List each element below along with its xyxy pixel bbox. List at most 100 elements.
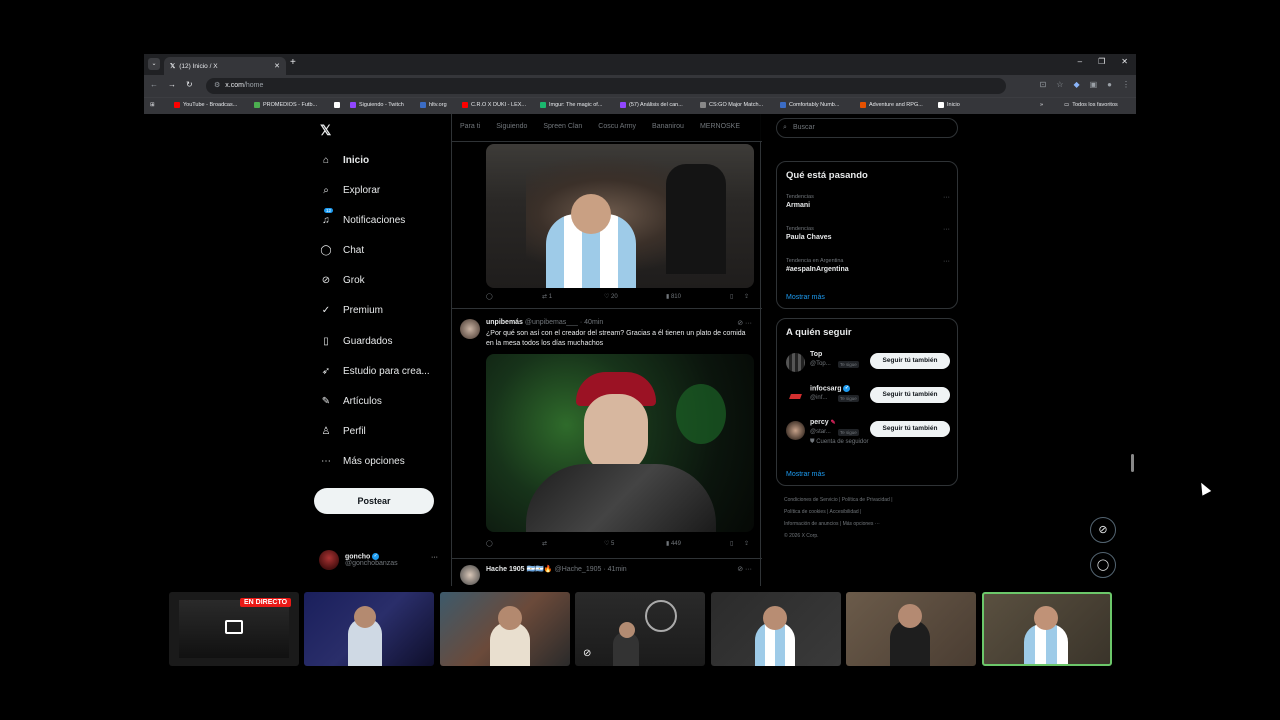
retweet-button[interactable]: ⇄ 1 [542, 293, 604, 300]
install-app-icon[interactable]: ⊡ [1040, 80, 1047, 89]
close-window-icon[interactable]: ✕ [1121, 57, 1128, 66]
stream-thumbnail[interactable] [846, 592, 976, 666]
nav-item-premium[interactable]: ✓ Premium [320, 304, 383, 316]
share-icon[interactable]: ⇪ [744, 293, 749, 300]
chat-fab-button[interactable]: ◯ [1090, 552, 1116, 578]
tab-spreen-clan[interactable]: Spreen Clan [535, 114, 590, 141]
more-dots-icon[interactable]: ⊘ ··· [737, 319, 752, 327]
all-bookmarks-folder[interactable]: ▭ Todos los favoritos [1064, 102, 1118, 108]
footer-link[interactable]: Accesibilidad [830, 509, 859, 515]
extension-icon[interactable]: ◆ [1073, 80, 1079, 89]
stream-thumbnail[interactable]: ⊘ [575, 592, 705, 666]
scrollbar-thumb[interactable] [1131, 454, 1134, 472]
more-dots-icon[interactable]: ⊘ ··· [737, 565, 752, 573]
bookmark-item[interactable]: Comfortably Numb... [780, 102, 839, 108]
tab-para-ti[interactable]: Para ti [452, 114, 488, 141]
stream-thumbnail-active[interactable] [982, 592, 1112, 666]
nav-item-estudio[interactable]: ➶ Estudio para crea... [320, 365, 430, 377]
bookmark-item[interactable]: hltv.org [420, 102, 447, 108]
like-button[interactable]: ♡ 5 [604, 540, 666, 547]
nav-item-perfil[interactable]: ♙ Perfil [320, 425, 366, 437]
x-logo-icon[interactable]: 𝕏 [320, 122, 331, 139]
bookmark-item[interactable] [334, 102, 343, 108]
nav-item-chat[interactable]: ◯ Chat [320, 244, 364, 256]
follow-suggestion[interactable]: infocsarg ✓ @inf... Te sigue Seguir tú t… [786, 385, 952, 409]
footer-link[interactable]: Condiciones de Servicio [784, 497, 838, 503]
post-button[interactable]: Postear [314, 488, 434, 514]
author-name[interactable]: unpibemás [486, 319, 523, 326]
nav-item-inicio[interactable]: ⌂ Inicio [320, 154, 369, 166]
nav-item-grok[interactable]: ⊘ Grok [320, 274, 365, 286]
browser-tab[interactable]: 𝕏 (12) Inicio / X ✕ [164, 57, 286, 75]
account-switcher[interactable]: goncho ✓ @gonchobanzas ··· [319, 550, 438, 570]
tweet-time[interactable]: · 41min [603, 566, 626, 573]
profile-icon[interactable]: ● [1107, 80, 1112, 89]
bookmark-icon[interactable]: ▯ [730, 540, 744, 547]
footer-link[interactable]: Información de anuncios [784, 521, 838, 527]
retweet-icon[interactable]: ⇄ [542, 540, 604, 547]
footer-link[interactable]: Política de Privacidad [842, 497, 890, 503]
views-button[interactable]: ▮ 810 [666, 293, 730, 300]
tweet[interactable]: Hache 1905 🇦🇷🇦🇷🔥 @Hache_1905 · 41min ⊘ ·… [452, 558, 762, 586]
follow-suggestion[interactable]: Top @Top... Te sigue Seguir tú también [786, 351, 952, 375]
new-tab-button[interactable]: + [290, 57, 296, 68]
tweet-time[interactable]: · 40min [580, 319, 603, 326]
like-button[interactable]: ♡ 20 [604, 293, 666, 300]
reply-icon[interactable]: ◯ [486, 293, 542, 300]
author-handle[interactable]: @unpibemas___ [525, 319, 578, 326]
bookmark-item[interactable]: (57) Análisis del can... [620, 102, 683, 108]
tab-search-button[interactable]: ⌄ [148, 58, 160, 70]
bookmark-item[interactable]: Imgur: The magic of... [540, 102, 602, 108]
nav-item-notificaciones[interactable]: ♫ 12 Notificaciones [320, 208, 405, 226]
author-handle[interactable]: @Hache_1905 [555, 566, 602, 573]
follow-back-button[interactable]: Seguir tú también [870, 353, 950, 369]
tab-siguiendo[interactable]: Siguiendo [488, 114, 535, 141]
trend-item[interactable]: Tendencias Paula Chaves ··· [786, 226, 956, 241]
follow-suggestion[interactable]: percy ✎ @star... Te sigue Seguir tú tamb… [786, 419, 952, 453]
address-bar[interactable]: ⚙ x.com/home [206, 78, 1006, 94]
grok-fab-button[interactable]: ⊘ [1090, 517, 1116, 543]
bookmark-item[interactable]: CS:GO Major Match... [700, 102, 763, 108]
bookmarks-overflow-icon[interactable]: » [1040, 102, 1043, 108]
apps-icon[interactable]: ⊞ [150, 102, 155, 108]
reload-icon[interactable]: ↻ [186, 80, 193, 89]
trend-item[interactable]: Tendencias Armani ··· [786, 194, 956, 209]
bookmark-item[interactable]: C.R.O X DUKI - LEX... [462, 102, 526, 108]
nav-item-mas-opciones[interactable]: ⋯ Más opciones [320, 455, 405, 467]
more-dots-icon[interactable]: ··· [943, 258, 950, 265]
close-tab-icon[interactable]: ✕ [274, 62, 280, 70]
stream-thumbnail[interactable] [440, 592, 570, 666]
puzzle-icon[interactable]: ▣ [1090, 80, 1098, 89]
follow-back-button[interactable]: Seguir tú también [870, 387, 950, 403]
bookmark-item[interactable]: YouTube - Broadcas... [174, 102, 237, 108]
bookmark-item[interactable]: Siguiendo - Twitch [350, 102, 404, 108]
tweet-media-image[interactable] [486, 354, 754, 532]
bookmark-item[interactable]: Adventure and RPG... [860, 102, 923, 108]
show-more-link[interactable]: Mostrar más [786, 294, 825, 301]
tab-coscu-army[interactable]: Coscu Army [590, 114, 644, 141]
tab-bananirou[interactable]: Bananirou [644, 114, 692, 141]
more-dots-icon[interactable]: ··· [943, 226, 950, 233]
tab-mernoske[interactable]: MERNOSKE [692, 114, 748, 141]
tweet-media-image[interactable] [486, 144, 754, 288]
site-info-icon[interactable]: ⚙ [214, 82, 220, 89]
menu-kebab-icon[interactable]: ⋮ [1122, 80, 1130, 89]
follow-back-button[interactable]: Seguir tú también [870, 421, 950, 437]
stream-thumbnail[interactable] [711, 592, 841, 666]
nav-item-guardados[interactable]: ▯ Guardados [320, 335, 392, 347]
stream-thumbnail[interactable] [304, 592, 434, 666]
restore-icon[interactable]: ❐ [1098, 57, 1105, 66]
share-icon[interactable]: ⇪ [744, 540, 749, 547]
bookmark-item[interactable]: Inicio [938, 102, 960, 108]
reply-icon[interactable]: ◯ [486, 540, 542, 547]
author-name[interactable]: Hache 1905 [486, 566, 525, 573]
more-dots-icon[interactable]: ··· [943, 194, 950, 201]
back-icon[interactable]: ← [150, 80, 158, 89]
forward-icon[interactable]: → [168, 80, 176, 89]
footer-link[interactable]: Más opciones ··· [843, 521, 880, 527]
minimize-icon[interactable]: – [1078, 57, 1082, 66]
search-input[interactable]: ⌕ Buscar [776, 118, 958, 138]
trend-item[interactable]: Tendencia en Argentina #aespaInArgentina… [786, 258, 956, 273]
nav-item-explorar[interactable]: ⌕ Explorar [320, 184, 380, 196]
bookmark-item[interactable]: PROMEDIOS - Futb... [254, 102, 317, 108]
